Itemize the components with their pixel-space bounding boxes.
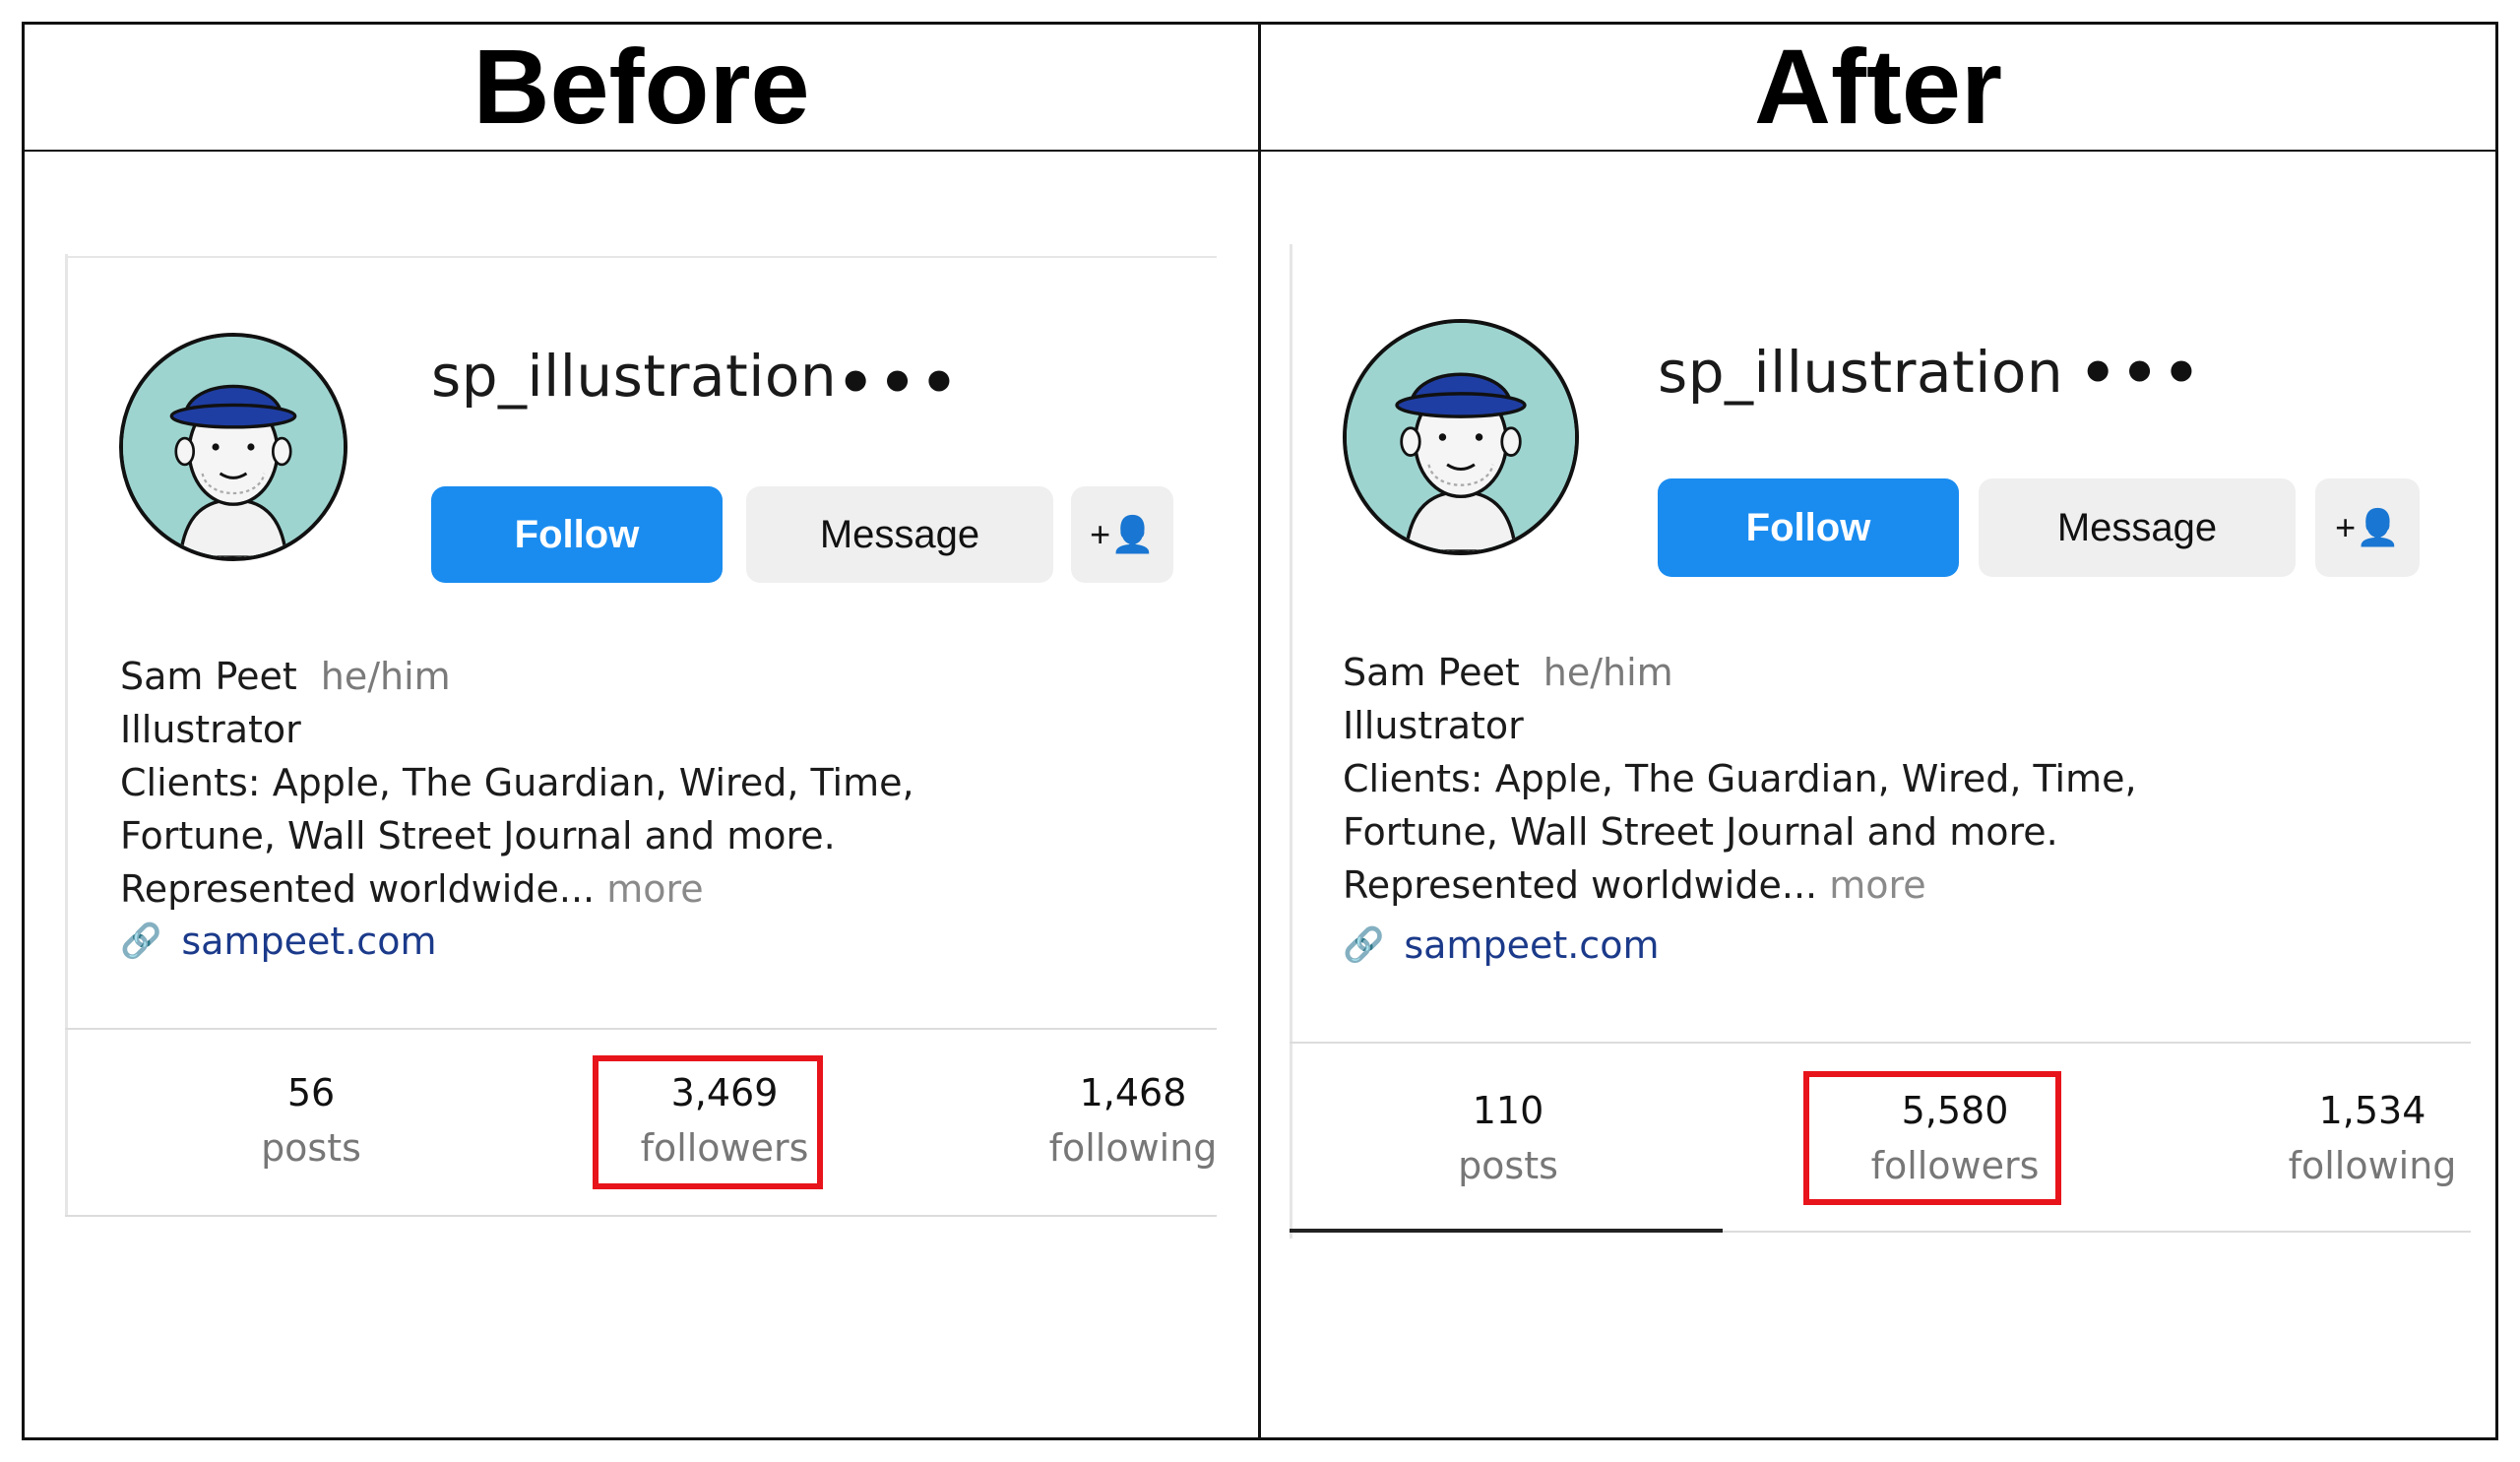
more-options-icon[interactable]: ••• (2079, 344, 2204, 403)
posts-label: posts (1458, 1144, 1558, 1187)
link-icon: 🔗 (120, 922, 162, 961)
bio-line: Clients: Apple, The Guardian, Wired, Tim… (120, 761, 914, 804)
bio-line: Illustrator (1343, 704, 1524, 747)
profile-username: sp_illustration (1658, 339, 2064, 406)
profile-name: Sam Peet (120, 655, 297, 698)
bio-line: Clients: Apple, The Guardian, Wired, Tim… (1343, 757, 2137, 800)
bio-line: Illustrator (120, 708, 301, 751)
following-label: following (1048, 1126, 1218, 1170)
profile-avatar[interactable] (119, 333, 347, 561)
more-options-icon[interactable]: ••• (837, 353, 962, 413)
bio-line: Fortune, Wall Street Journal and more. (1343, 810, 2058, 854)
posts-count: 56 (286, 1071, 336, 1114)
following-count: 1,468 (1079, 1071, 1187, 1114)
profile-name: Sam Peet (1343, 651, 1520, 694)
before-heading: Before (472, 26, 810, 146)
bio-line: Fortune, Wall Street Journal and more. (120, 814, 836, 858)
follow-button[interactable]: Follow (431, 486, 723, 583)
bio-line: Represented worldwide... (1343, 863, 1818, 907)
profile-pronouns: he/him (320, 655, 451, 698)
posts-stat[interactable]: 56 posts (213, 1065, 410, 1176)
following-label: following (2288, 1144, 2457, 1187)
bio-more-link[interactable]: more (606, 867, 703, 911)
profile-bio: Sam Peet he/him Illustrator Clients: Appl… (120, 650, 914, 916)
stats-bottom-border (65, 1215, 1217, 1217)
card-left-border (65, 254, 68, 1217)
posts-stat[interactable]: 110 posts (1410, 1083, 1606, 1193)
avatar-illustration-icon (123, 337, 344, 557)
stats-top-border (1290, 1042, 2471, 1044)
header-divider (22, 150, 2498, 152)
card-left-border (1290, 244, 1292, 1239)
website-link[interactable]: 🔗 sampeet.com (120, 920, 436, 963)
add-user-icon[interactable]: +👤 (1071, 486, 1173, 583)
after-heading: After (1753, 26, 2003, 146)
message-button[interactable]: Message (746, 486, 1053, 583)
avatar-illustration-icon (1347, 323, 1575, 551)
following-stat[interactable]: 1,534 following (2264, 1083, 2481, 1193)
message-button[interactable]: Message (1979, 478, 2296, 577)
bio-more-link[interactable]: more (1829, 863, 1925, 907)
website-url[interactable]: sampeet.com (181, 920, 436, 963)
followers-highlight-box (1803, 1071, 2061, 1205)
before-profile-panel: sp_illustration ••• Follow Message +👤 Sa… (65, 254, 1217, 1217)
link-icon: 🔗 (1343, 925, 1385, 965)
stats-top-border (65, 1028, 1217, 1030)
vertical-divider (1258, 22, 1261, 1440)
profile-pronouns: he/him (1543, 651, 1673, 694)
website-url[interactable]: sampeet.com (1404, 923, 1659, 967)
profile-username: sp_illustration (431, 343, 838, 410)
following-count: 1,534 (2318, 1089, 2426, 1132)
posts-count: 110 (1472, 1089, 1544, 1132)
website-link[interactable]: 🔗 sampeet.com (1343, 923, 1659, 967)
followers-highlight-box (593, 1055, 823, 1189)
following-stat[interactable]: 1,468 following (1025, 1065, 1241, 1176)
profile-bio: Sam Peet he/him Illustrator Clients: Appl… (1343, 646, 2137, 912)
after-profile-panel: sp_illustration ••• Follow Message +👤 Sa… (1290, 244, 2471, 1239)
bio-line: Represented worldwide... (120, 867, 596, 911)
active-tab-indicator (1290, 1229, 1723, 1233)
card-top-border (65, 256, 1217, 258)
profile-avatar[interactable] (1343, 319, 1579, 555)
posts-label: posts (261, 1126, 361, 1170)
follow-button[interactable]: Follow (1658, 478, 1959, 577)
add-user-icon[interactable]: +👤 (2315, 478, 2420, 577)
